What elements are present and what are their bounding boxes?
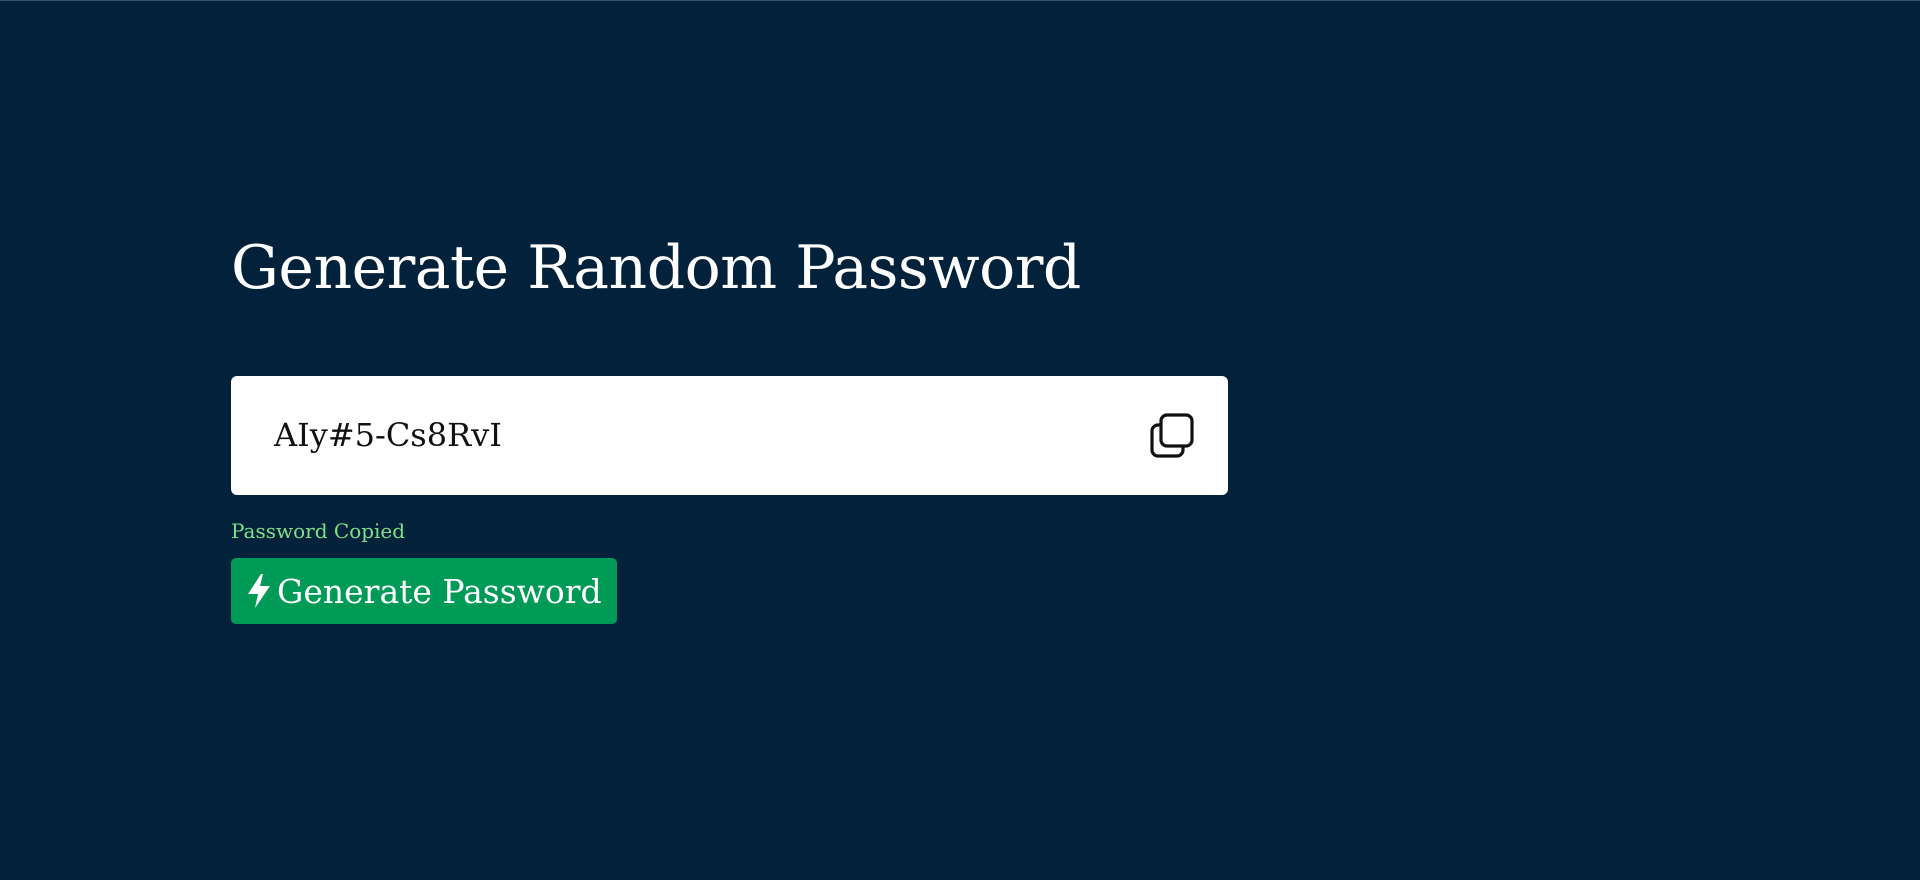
copy-button[interactable] <box>1148 412 1196 460</box>
lightning-bolt-icon <box>245 573 273 609</box>
page-title: Generate Random Password <box>231 233 1081 303</box>
copy-icon <box>1150 413 1194 458</box>
password-display: AIy#5-Cs8RvI <box>231 376 1228 495</box>
generate-password-button[interactable]: Generate Password <box>231 558 617 624</box>
generate-button-label: Generate Password <box>277 571 602 611</box>
password-generator: Generate Random Password AIy#5-Cs8RvI Pa… <box>231 232 1231 624</box>
password-value: AIy#5-Cs8RvI <box>274 416 502 454</box>
top-border <box>0 0 1920 1</box>
copy-status-message: Password Copied <box>231 519 406 543</box>
